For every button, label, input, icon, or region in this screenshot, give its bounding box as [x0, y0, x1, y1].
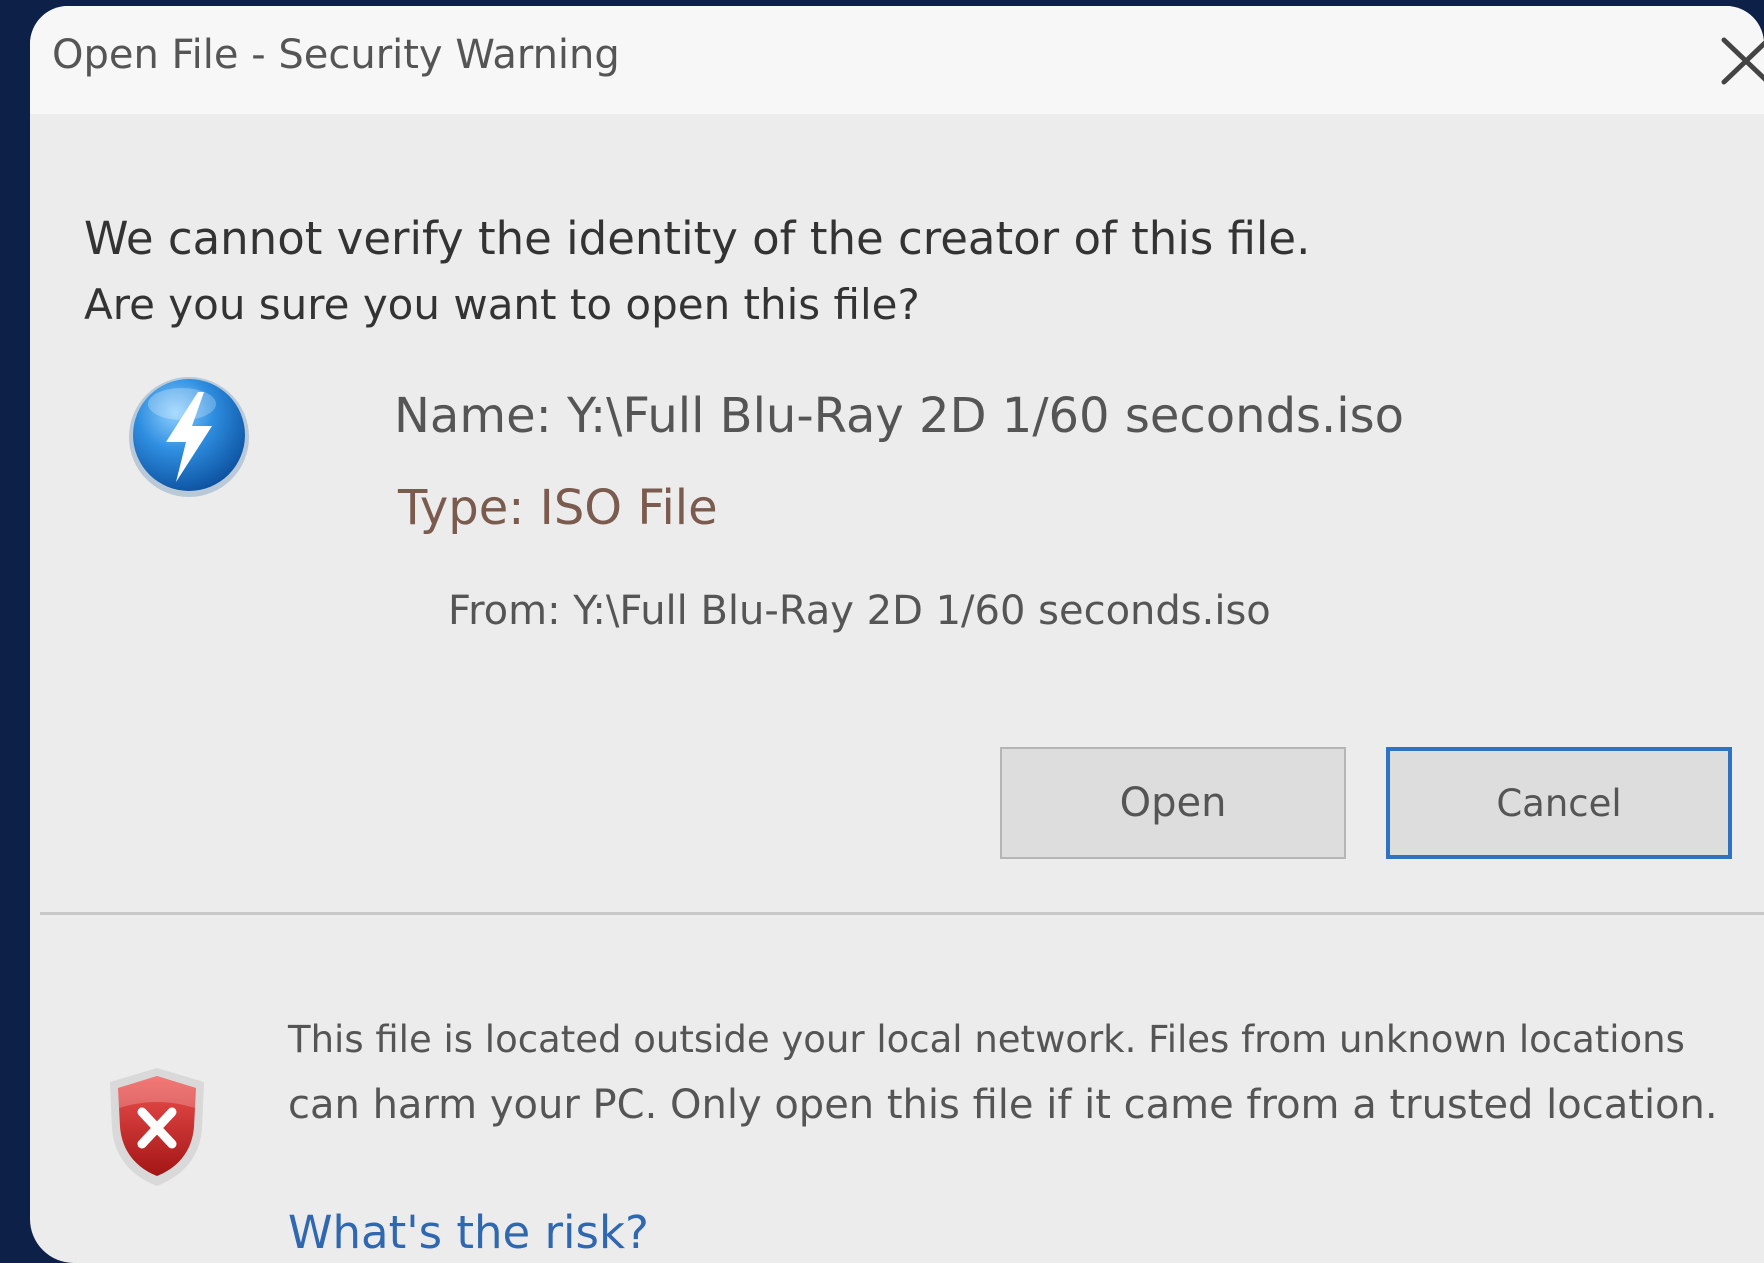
shield-error-icon — [104, 1064, 210, 1190]
security-warning-dialog: Open File - Security Warning We cannot v… — [30, 6, 1764, 1263]
dialog-title: Open File - Security Warning — [52, 32, 620, 78]
open-button[interactable]: Open — [1000, 747, 1346, 859]
file-source: From: Y:\Full Blu-Ray 2D 1/60 seconds.is… — [448, 588, 1271, 634]
warning-headline: We cannot verify the identity of the cre… — [84, 212, 1311, 265]
file-type: Type: ISO File — [398, 480, 718, 536]
cancel-button[interactable]: Cancel — [1386, 747, 1732, 859]
warning-question: Are you sure you want to open this file? — [84, 280, 920, 329]
section-divider — [40, 912, 1764, 915]
lightning-bolt-icon — [126, 374, 252, 500]
whats-the-risk-link[interactable]: What's the risk? — [288, 1206, 649, 1259]
security-info-line-2: can harm your PC. Only open this file if… — [288, 1082, 1718, 1128]
close-icon — [1721, 37, 1764, 85]
file-name: Name: Y:\Full Blu-Ray 2D 1/60 seconds.is… — [394, 388, 1405, 444]
title-bar: Open File - Security Warning — [30, 6, 1764, 114]
security-info-line-1: This file is located outside your local … — [288, 1018, 1685, 1061]
close-button[interactable] — [1716, 34, 1764, 88]
